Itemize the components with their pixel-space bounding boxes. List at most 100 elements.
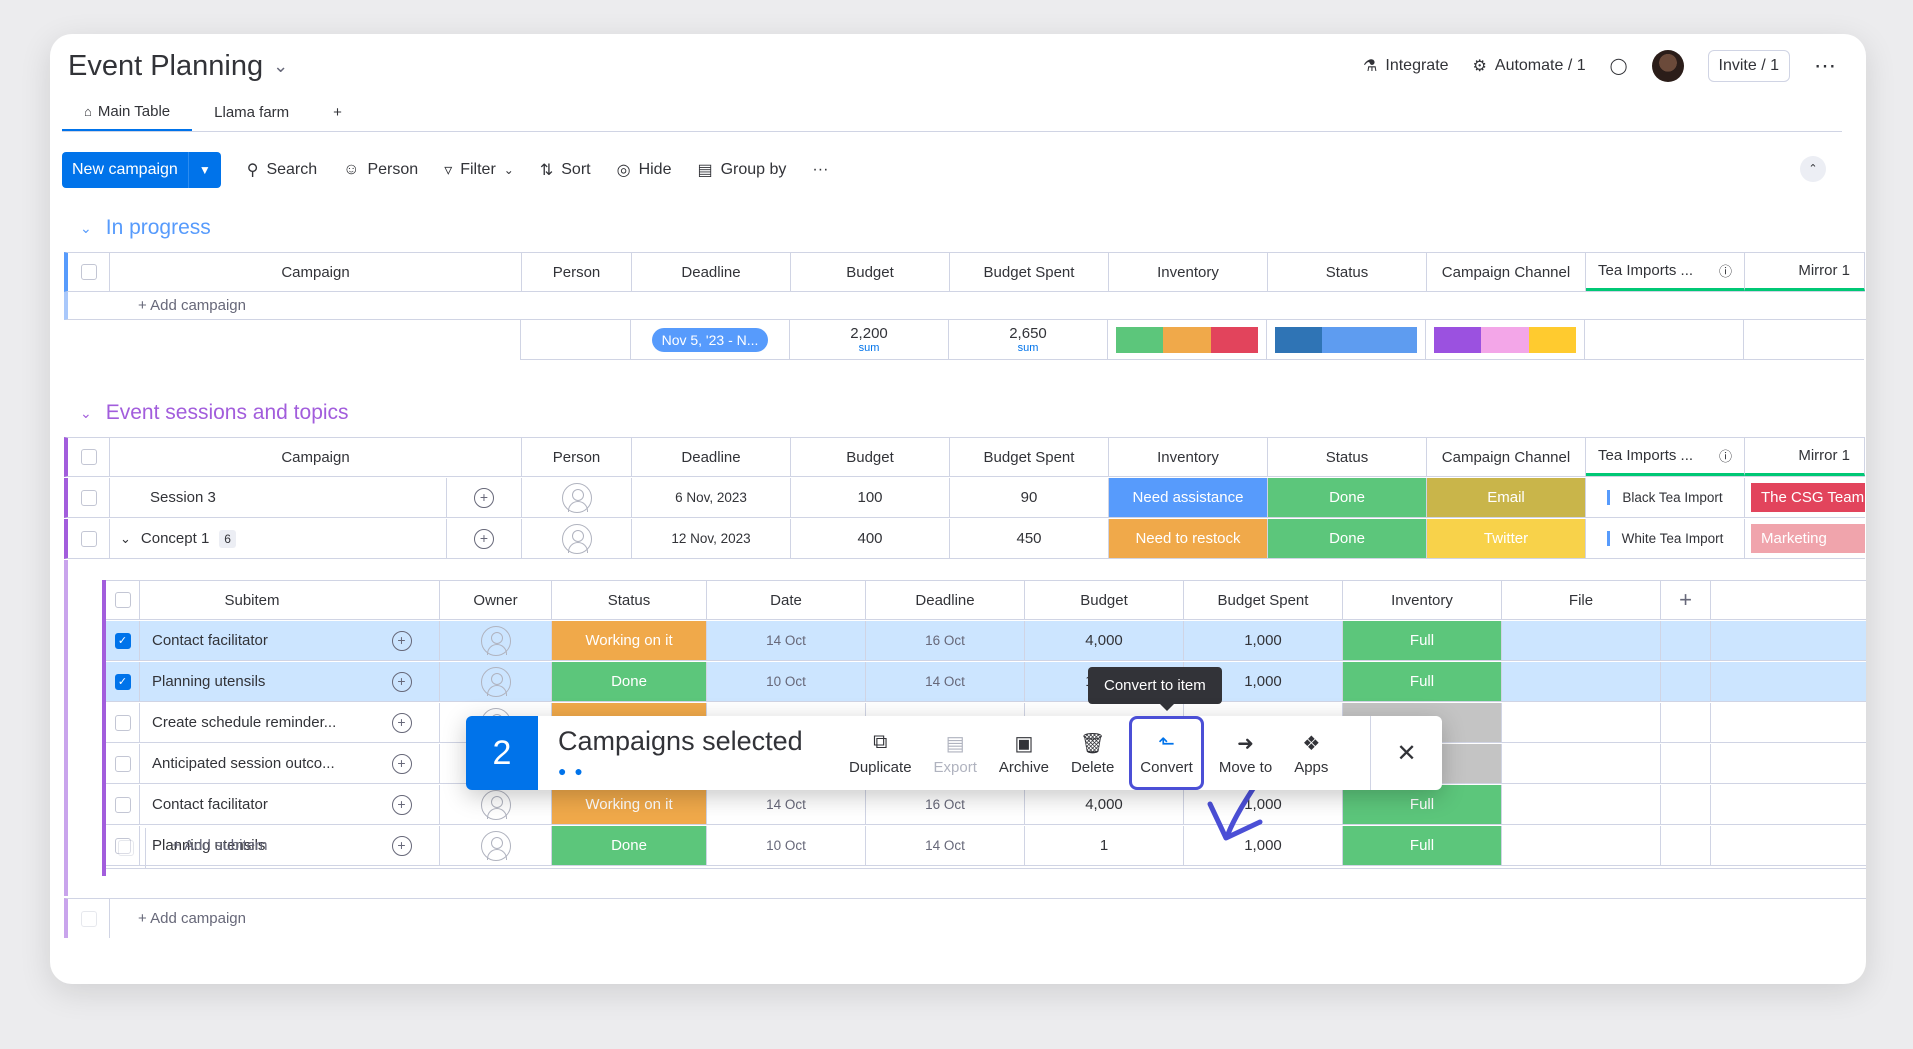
column-header-status[interactable]: Status	[1268, 438, 1427, 476]
channel-cell[interactable]: Email	[1427, 478, 1586, 517]
select-all-cell[interactable]	[68, 438, 110, 476]
deadline-range-pill[interactable]: Nov 5, '23 - N...	[651, 327, 769, 352]
chevron-down-icon[interactable]: ⌄	[504, 163, 514, 177]
updates-cell[interactable]: +	[364, 662, 440, 701]
add-update-icon[interactable]: +	[391, 753, 412, 774]
more-toolbar-button[interactable]: ···	[812, 161, 828, 179]
add-view-button[interactable]: +	[311, 94, 364, 131]
date-cell[interactable]: 14 Oct	[707, 621, 866, 660]
file-cell[interactable]	[1502, 621, 1661, 660]
status-cell[interactable]: Working on it	[552, 785, 707, 824]
owner-cell[interactable]	[440, 621, 552, 660]
row-select-cell[interactable]: ✓	[106, 662, 140, 701]
deadline-cell[interactable]: 16 Oct	[866, 785, 1025, 824]
file-cell[interactable]	[1502, 785, 1661, 824]
owner-cell[interactable]	[440, 785, 552, 824]
channel-cell[interactable]: Twitter	[1427, 519, 1586, 558]
row-select-cell[interactable]	[68, 478, 110, 517]
status-cell[interactable]: Done	[552, 662, 707, 701]
person-placeholder-icon[interactable]	[480, 666, 511, 697]
updates-cell[interactable]: +	[364, 621, 440, 660]
subitem-name[interactable]: Contact facilitator	[140, 785, 364, 824]
row-select-cell[interactable]	[106, 703, 140, 742]
delete-button[interactable]: 🗑 Delete	[1060, 716, 1125, 790]
person-placeholder-icon[interactable]	[480, 789, 511, 820]
chevron-down-icon[interactable]: ⌄	[273, 56, 288, 77]
person-placeholder-icon[interactable]	[480, 830, 511, 861]
column-header-campaign[interactable]: Campaign	[110, 438, 522, 476]
row-select-cell[interactable]: ✓	[106, 621, 140, 660]
invite-button[interactable]: Invite / 1	[1707, 50, 1790, 82]
chevron-down-icon[interactable]: ⌄	[120, 531, 131, 547]
group-event-sessions-header[interactable]: ⌄ Event sessions and topics	[80, 401, 349, 425]
add-update-icon[interactable]: +	[391, 630, 412, 651]
row-select-cell[interactable]	[68, 519, 110, 558]
column-header-budget[interactable]: Budget	[791, 438, 950, 476]
table-row[interactable]: ⌄ Concept 1 6 + 12 Nov, 2023 400 450 Nee…	[64, 519, 1865, 559]
item-name[interactable]: Session 3	[110, 478, 447, 517]
info-icon[interactable]: ⓘ	[1719, 261, 1732, 280]
tea-imports-cell[interactable]: Black Tea Import	[1586, 478, 1745, 517]
item-name[interactable]: Concept 1	[141, 530, 209, 547]
column-header-inventory[interactable]: Inventory	[1109, 253, 1268, 291]
column-header-deadline[interactable]: Deadline	[632, 438, 791, 476]
status-cell[interactable]: Done	[1268, 478, 1427, 517]
export-button[interactable]: ▤ Export	[923, 716, 988, 790]
owner-cell[interactable]	[440, 662, 552, 701]
column-header-channel[interactable]: Campaign Channel	[1427, 253, 1586, 291]
person-cell[interactable]	[522, 478, 632, 517]
automate-button[interactable]: ⚙ Automate / 1	[1473, 56, 1586, 76]
add-subitem-input[interactable]: + Add subitem	[172, 837, 267, 854]
budget-cell[interactable]: 100	[791, 478, 950, 517]
date-cell[interactable]: 10 Oct	[707, 662, 866, 701]
status-cell[interactable]: Working on it	[552, 621, 707, 660]
subitem-row[interactable]: ✓ Contact facilitator + Working on it 14…	[106, 621, 1866, 661]
inventory-status-cell[interactable]: Need to restock	[1109, 519, 1268, 558]
column-header-deadline[interactable]: Deadline	[866, 581, 1025, 619]
hide-button[interactable]: ◎ Hide	[617, 160, 672, 180]
row-select-cell[interactable]	[106, 785, 140, 824]
filter-button[interactable]: ▿ Filter ⌄	[444, 160, 514, 180]
row-checkbox[interactable]	[114, 755, 131, 772]
row-checkbox[interactable]	[80, 530, 97, 547]
column-header-budget-spent[interactable]: Budget Spent	[950, 438, 1109, 476]
updates-cell[interactable]: +	[364, 785, 440, 824]
column-header-subitem[interactable]: Subitem	[140, 581, 364, 619]
deadline-cell[interactable]: 16 Oct	[866, 621, 1025, 660]
column-header-budget-spent[interactable]: Budget Spent	[1184, 581, 1343, 619]
column-header-status[interactable]: Status	[1268, 253, 1427, 291]
updates-cell[interactable]: +	[364, 703, 440, 742]
add-update-icon[interactable]: +	[391, 671, 412, 692]
subitem-name[interactable]: Planning utensils	[140, 662, 364, 701]
subitem-name[interactable]: Create schedule reminder...	[140, 703, 364, 742]
subitem-count-badge[interactable]: 6	[219, 529, 236, 548]
add-campaign-input[interactable]: + Add campaign	[110, 910, 246, 927]
add-update-icon[interactable]: +	[391, 835, 412, 856]
search-button[interactable]: ⚲ Search	[247, 160, 317, 180]
column-header-owner[interactable]: Owner	[440, 581, 552, 619]
group-in-progress-header[interactable]: ⌄ In progress	[80, 216, 211, 240]
budget-cell[interactable]: 400	[791, 519, 950, 558]
subitem-row[interactable]: Contact facilitator + Working on it 14 O…	[106, 785, 1866, 825]
column-header-budget[interactable]: Budget	[791, 253, 950, 291]
column-header-inventory[interactable]: Inventory	[1343, 581, 1502, 619]
chevron-down-icon[interactable]: ⌄	[80, 220, 92, 237]
chevron-down-icon[interactable]: ▼	[189, 163, 221, 177]
budget-spent-cell[interactable]: 90	[950, 478, 1109, 517]
subitem-name[interactable]: Anticipated session outco...	[140, 744, 364, 783]
column-header-tea-imports[interactable]: Tea Imports ... ⓘ	[1586, 253, 1745, 291]
column-header-campaign[interactable]: Campaign	[110, 253, 522, 291]
updates-cell[interactable]: +	[447, 519, 522, 558]
row-checkbox[interactable]	[114, 796, 131, 813]
budget-spent-cell[interactable]: 450	[950, 519, 1109, 558]
deadline-cell[interactable]: 14 Oct	[866, 662, 1025, 701]
column-header-budget-spent[interactable]: Budget Spent	[950, 253, 1109, 291]
column-header-inventory[interactable]: Inventory	[1109, 438, 1268, 476]
tab-main-table[interactable]: ⌂ Main Table	[62, 94, 193, 131]
group-title[interactable]: Event sessions and topics	[106, 401, 349, 425]
collapse-header-icon[interactable]: ⌃	[1800, 156, 1826, 182]
info-icon[interactable]: ⓘ	[1719, 446, 1732, 465]
convert-button[interactable]: ⬑ Convert	[1129, 716, 1204, 790]
row-checkbox[interactable]: ✓	[114, 673, 131, 690]
add-campaign-input[interactable]: + Add campaign	[110, 297, 246, 314]
